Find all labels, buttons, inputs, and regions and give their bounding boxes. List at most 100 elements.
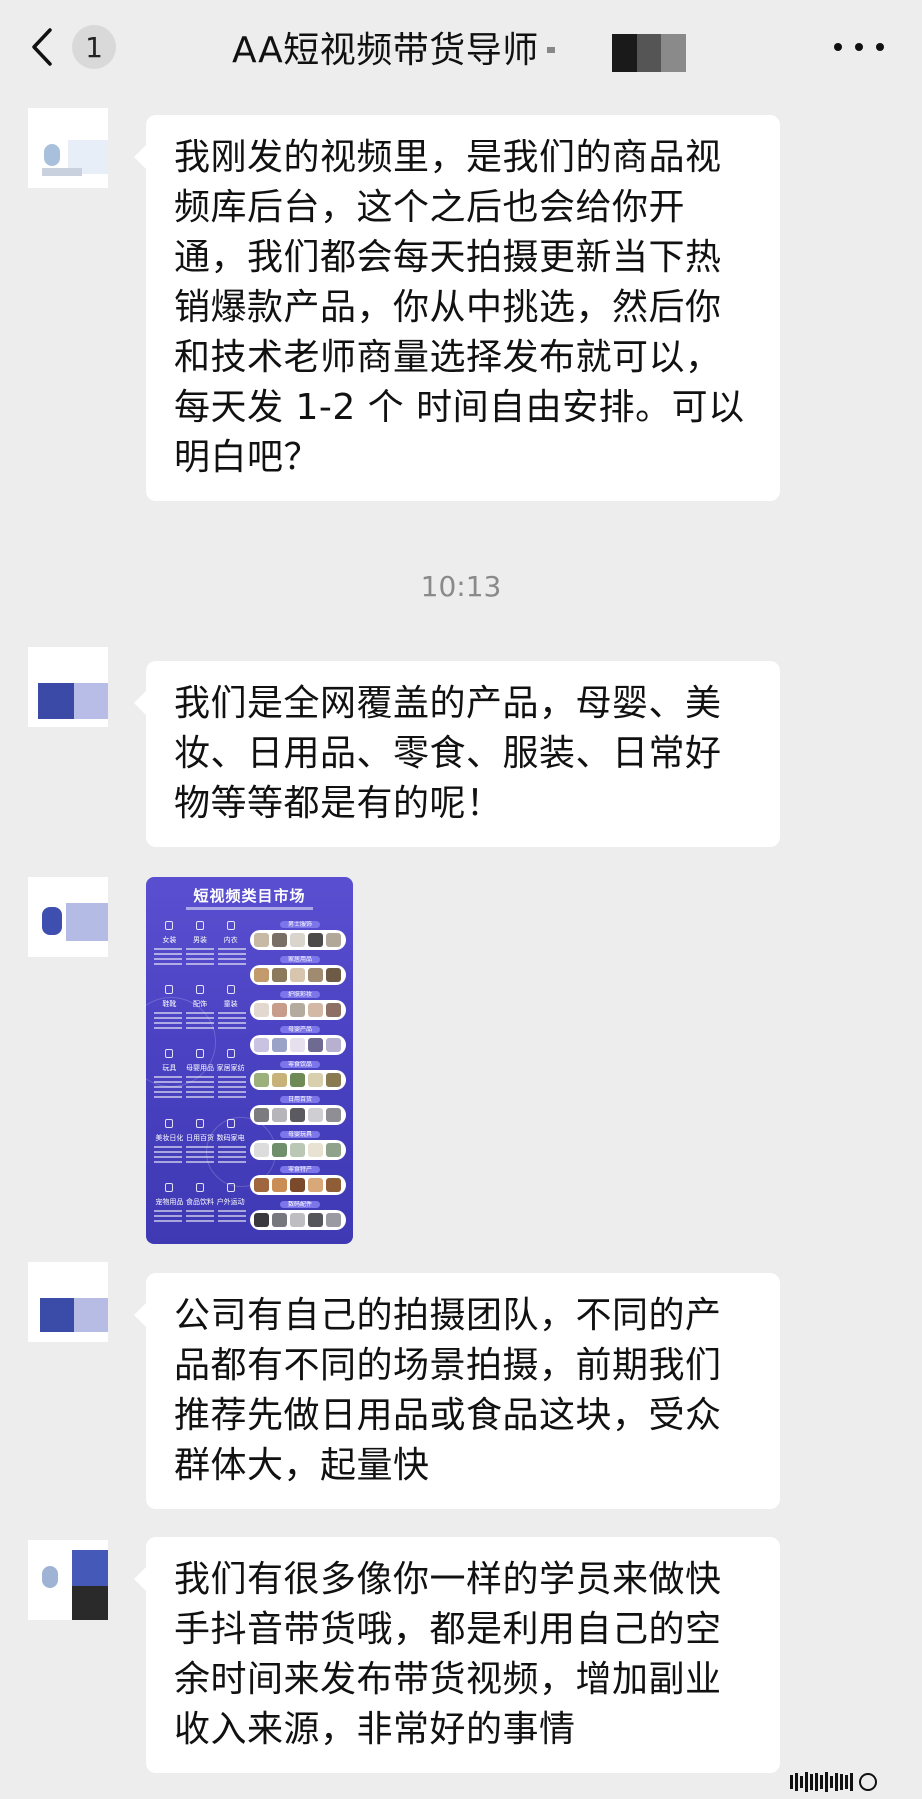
pet-icon bbox=[165, 1183, 174, 1192]
product-thumbnails bbox=[250, 1105, 346, 1125]
avatar-blur bbox=[42, 168, 82, 176]
shoe-icon bbox=[165, 985, 174, 994]
category-name: 童装 bbox=[223, 1000, 238, 1008]
product-row: 零食特产 bbox=[250, 1166, 346, 1198]
avatar-blur bbox=[40, 1298, 74, 1332]
product-tag: 日用百货 bbox=[280, 1096, 320, 1103]
back-button[interactable]: 1 bbox=[28, 22, 128, 72]
category-name: 数码家电 bbox=[216, 1134, 245, 1142]
avatar-blur bbox=[44, 144, 60, 166]
product-row: 零食饮品 bbox=[250, 1061, 346, 1093]
product-row: 母婴玩具 bbox=[250, 1131, 346, 1163]
product-tag: 护肤彩妆 bbox=[280, 991, 320, 998]
product-thumbnails bbox=[250, 930, 346, 950]
product-tag: 男士服饰 bbox=[280, 921, 320, 928]
accessory-icon bbox=[195, 985, 204, 994]
avatar-blur bbox=[74, 683, 108, 719]
device-icon bbox=[226, 1119, 235, 1128]
ellipsis-icon-dot bbox=[876, 43, 884, 51]
product-tag: 母婴玩具 bbox=[280, 1131, 320, 1138]
message-timestamp: 10:13 bbox=[420, 570, 502, 603]
message-text: 我们是全网覆盖的产品，母婴、美妆、日用品、零食、服装、日常好物等等都是有的呢！ bbox=[174, 683, 722, 824]
category-group: 宠物用品 食品饮料 户外运动 bbox=[154, 1183, 246, 1222]
message-text: 我刚发的视频里，是我们的商品视频库后台，这个之后也会给你开通，我们都会每天拍摄更… bbox=[174, 137, 745, 478]
category-name: 宠物用品 bbox=[155, 1198, 184, 1206]
product-thumbnails bbox=[250, 1140, 346, 1160]
product-row: 日用百货 bbox=[250, 1096, 346, 1128]
product-thumbnails bbox=[250, 1000, 346, 1020]
avatar[interactable] bbox=[28, 1262, 108, 1342]
watermark-logo bbox=[790, 1770, 910, 1794]
more-options-button[interactable] bbox=[834, 30, 884, 64]
product-thumbnails bbox=[250, 1070, 346, 1090]
poster-subtitle-line bbox=[186, 907, 313, 910]
unread-count-badge: 1 bbox=[72, 25, 116, 69]
product-row: 家居用品 bbox=[250, 956, 346, 988]
message-bubble[interactable]: 我们有很多像你一样的学员来做快手抖音带货哦，都是利用自己的空余时间来发布带货视频… bbox=[134, 1537, 780, 1773]
message-text: 公司有自己的拍摄团队，不同的产品都有不同的场景拍摄，前期我们推荐先做日用品或食品… bbox=[174, 1295, 722, 1486]
category-group: 玩具 母婴用品 家居家纺 bbox=[154, 1049, 246, 1098]
avatar-blur bbox=[72, 1586, 108, 1620]
watermark-ring bbox=[859, 1773, 877, 1791]
product-row: 男士服饰 bbox=[250, 921, 346, 953]
avatar-blur bbox=[72, 1550, 108, 1586]
category-name: 鞋靴 bbox=[162, 1000, 177, 1008]
category-name: 日用百货 bbox=[185, 1134, 214, 1142]
product-tag: 数码配件 bbox=[280, 1201, 320, 1208]
category-name: 内衣 bbox=[223, 936, 238, 944]
underwear-icon bbox=[226, 921, 235, 930]
chat-header: 1 AA短视频带货导师 bbox=[0, 0, 922, 94]
category-name: 配饰 bbox=[192, 1000, 207, 1008]
chat-title-wrap: AA短视频带货导师 bbox=[232, 20, 555, 74]
category-name: 食品饮料 bbox=[185, 1198, 214, 1206]
product-tag: 母婴产品 bbox=[280, 1026, 320, 1033]
food-icon bbox=[195, 1183, 204, 1192]
ellipsis-icon-dot bbox=[834, 43, 842, 51]
redact-block bbox=[636, 34, 662, 72]
poster-product-list: 男士服饰 家居用品 护肤彩妆 母婴产品 零食饮品 日用百货 母婴玩具 零食特产 bbox=[250, 921, 346, 1237]
poster-category-list: 女装 男装 内衣 鞋靴 配饰 童装 玩具 母婴用品 家居家纺 美妆日化 日用百货 数码家电 宠物… bbox=[154, 921, 246, 1237]
avatar-blur bbox=[74, 1298, 108, 1332]
avatar[interactable] bbox=[28, 647, 108, 727]
category-group: 女装 男装 内衣 bbox=[154, 921, 246, 965]
toy-icon bbox=[165, 1049, 174, 1058]
shirt-icon bbox=[165, 921, 174, 930]
product-tag: 零食特产 bbox=[280, 1166, 320, 1173]
message-bubble[interactable]: 公司有自己的拍摄团队，不同的产品都有不同的场景拍摄，前期我们推荐先做日用品或食品… bbox=[134, 1273, 780, 1509]
redact-block bbox=[612, 34, 637, 72]
message-bubble[interactable]: 我们是全网覆盖的产品，母婴、美妆、日用品、零食、服装、日常好物等等都是有的呢！ bbox=[134, 661, 780, 847]
category-group: 美妆日化 日用百货 数码家电 bbox=[154, 1119, 246, 1163]
message-text: 我们有很多像你一样的学员来做快手抖音带货哦，都是利用自己的空余时间来发布带货视频… bbox=[174, 1559, 722, 1750]
category-name: 母婴用品 bbox=[185, 1064, 214, 1072]
avatar-blur bbox=[42, 907, 62, 935]
category-name: 男装 bbox=[192, 936, 207, 944]
category-name: 户外运动 bbox=[216, 1198, 245, 1206]
product-tag: 家居用品 bbox=[280, 956, 320, 963]
avatar[interactable] bbox=[28, 108, 108, 188]
cosmetics-icon bbox=[165, 1119, 174, 1128]
product-row: 数码配件 bbox=[250, 1201, 346, 1233]
category-name: 家居家纺 bbox=[216, 1064, 245, 1072]
outdoor-icon bbox=[226, 1183, 235, 1192]
product-thumbnails bbox=[250, 1035, 346, 1055]
category-name: 玩具 bbox=[162, 1064, 177, 1072]
kids-clothes-icon bbox=[226, 985, 235, 994]
avatar-blur bbox=[42, 1566, 58, 1588]
product-thumbnails bbox=[250, 1175, 346, 1195]
category-name: 女装 bbox=[162, 936, 177, 944]
product-row: 母婴产品 bbox=[250, 1026, 346, 1058]
category-poster-image[interactable]: 短视频类目市场 女装 男装 内衣 鞋靴 配饰 童装 玩具 母婴用品 家居家纺 美妆日化 日用百… bbox=[146, 877, 353, 1244]
redacted-title-part bbox=[612, 34, 687, 72]
product-row: 护肤彩妆 bbox=[250, 991, 346, 1023]
avatar[interactable] bbox=[28, 1540, 108, 1620]
poster-title: 短视频类目市场 bbox=[193, 887, 306, 905]
product-thumbnails bbox=[250, 1210, 346, 1230]
message-bubble[interactable]: 我刚发的视频里，是我们的商品视频库后台，这个之后也会给你开通，我们都会每天拍摄更… bbox=[134, 115, 780, 501]
chevron-left-icon bbox=[32, 28, 52, 66]
avatar[interactable] bbox=[28, 877, 108, 957]
redact-block bbox=[661, 34, 687, 72]
title-marker bbox=[546, 47, 555, 53]
home-icon bbox=[226, 1049, 235, 1058]
chat-title: AA短视频带货导师 bbox=[232, 30, 539, 71]
ellipsis-icon-dot bbox=[855, 43, 863, 51]
